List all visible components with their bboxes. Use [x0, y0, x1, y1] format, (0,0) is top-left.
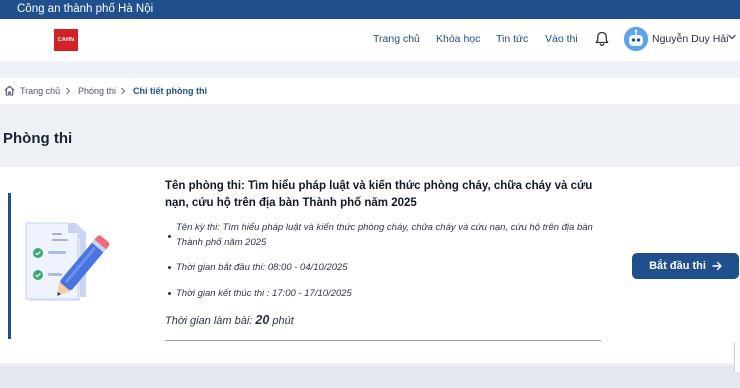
- chevron-right-icon: [121, 87, 126, 95]
- org-topbar: Công an thành phố Hà Nội: [0, 0, 740, 19]
- exam-end-time: Thời gian kết thúc thi : 17:00 - 17/10/2…: [168, 286, 352, 301]
- start-exam-button[interactable]: Bắt đầu thi: [632, 253, 739, 279]
- duration-value: 20: [255, 313, 270, 327]
- breadcrumb-home[interactable]: Trang chủ: [20, 86, 60, 96]
- bullet: [168, 235, 171, 238]
- exam-card: Tên phòng thi: Tìm hiểu pháp luật và kiế…: [0, 167, 740, 363]
- nav-home[interactable]: Trang chủ: [373, 33, 420, 45]
- exam-term: Tên kỳ thi: Tìm hiểu pháp luật và kiến t…: [168, 220, 593, 250]
- duration-label: Thời gian làm bài:: [165, 315, 253, 327]
- duration-unit: phút: [272, 315, 294, 327]
- exam-duration: Thời gian làm bài: 20 phút: [165, 313, 294, 327]
- org-name: Công an thành phố Hà Nội: [17, 3, 154, 15]
- divider: [165, 340, 601, 341]
- exam-term-text: Tên kỳ thi: Tìm hiểu pháp luật và kiến t…: [176, 222, 593, 248]
- arrow-right-icon: [712, 261, 722, 271]
- page-title: Phòng thi: [3, 130, 73, 147]
- avatar-robot-icon: [624, 27, 648, 51]
- card-accent-bar: [8, 193, 11, 339]
- nav-exam[interactable]: Vào thi: [545, 33, 578, 45]
- breadcrumb-exam-room[interactable]: Phòng thi: [78, 86, 116, 96]
- exam-start-time-text: Thời gian bắt đầu thi: 08:00 - 04/10/202…: [176, 262, 348, 273]
- nav-courses[interactable]: Khóa học: [436, 33, 480, 45]
- nav-news[interactable]: Tin tức: [496, 33, 528, 45]
- footer-strip: [0, 366, 740, 388]
- scrollbar[interactable]: [734, 342, 740, 372]
- bell-icon[interactable]: [595, 31, 609, 47]
- start-exam-label: Bắt đầu thi: [649, 260, 706, 272]
- breadcrumb: Trang chủ Phòng thi Chi tiết phòng thi: [0, 78, 740, 104]
- chevron-down-icon[interactable]: [727, 32, 737, 42]
- main-header: CAHN Trang chủ Khóa học Tin tức Vào thi …: [0, 19, 740, 61]
- exam-room-title: Tên phòng thi: Tìm hiểu pháp luật và kiế…: [165, 180, 593, 209]
- bullet: [168, 266, 171, 269]
- exam-checklist-illustration: [25, 222, 110, 301]
- bullet: [168, 292, 171, 295]
- user-name[interactable]: Nguyễn Duy Hải: [652, 33, 728, 45]
- site-logo[interactable]: CAHN: [54, 29, 78, 51]
- home-icon[interactable]: [4, 85, 15, 96]
- avatar[interactable]: [624, 27, 648, 51]
- chevron-right-icon: [66, 87, 71, 95]
- exam-end-time-text: Thời gian kết thúc thi : 17:00 - 17/10/2…: [176, 288, 352, 299]
- breadcrumb-current: Chi tiết phòng thi: [133, 86, 207, 96]
- exam-start-time: Thời gian bắt đầu thi: 08:00 - 04/10/202…: [168, 260, 348, 275]
